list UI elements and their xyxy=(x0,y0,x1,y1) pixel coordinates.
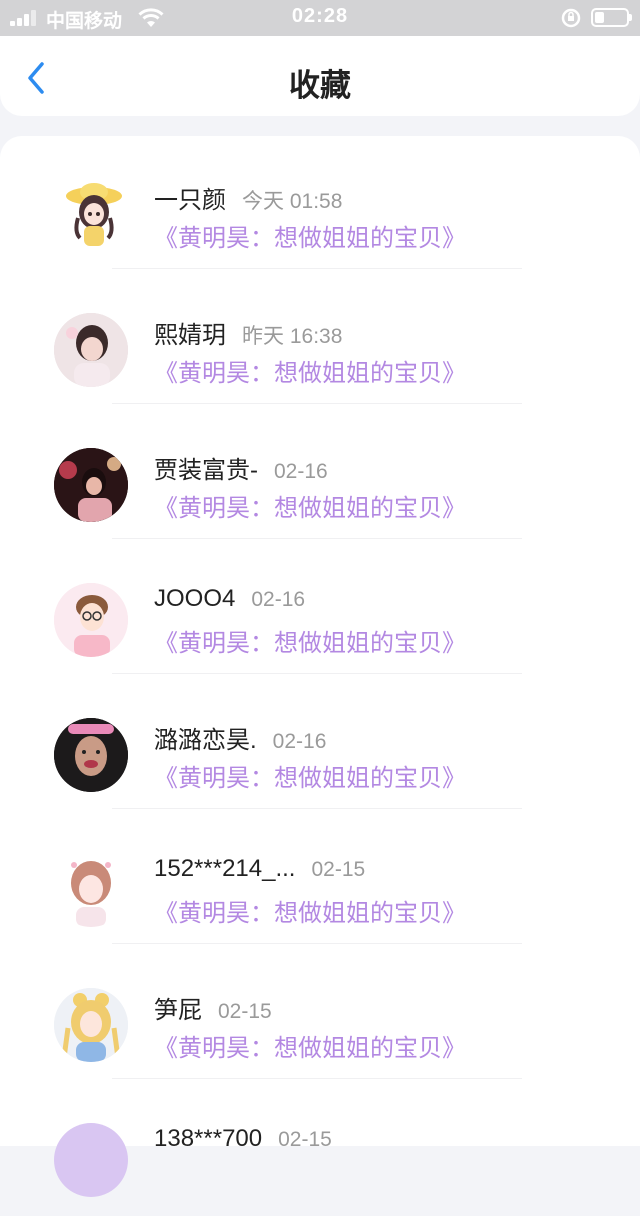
post-title-link[interactable]: 《黄明昊：想做姐姐的宝贝》 xyxy=(154,1028,466,1063)
rotation-lock-icon xyxy=(561,8,581,28)
nav-bar: 收藏 xyxy=(0,36,640,116)
list-item[interactable]: 熙婧玥 昨天 16:38 《黄明昊：想做姐姐的宝贝》 xyxy=(0,271,640,406)
battery-icon xyxy=(591,8,632,27)
status-bar: 中国移动 02:28 xyxy=(0,0,640,36)
list-item[interactable]: 152***214_... 02-15 《黄明昊：想做姐姐的宝贝》 xyxy=(0,811,640,946)
timestamp: 今天 01:58 xyxy=(242,190,343,213)
timestamp: 02-16 xyxy=(251,588,306,611)
divider xyxy=(112,268,522,269)
avatar xyxy=(54,988,128,1062)
timestamp: 昨天 16:38 xyxy=(242,325,343,348)
user-name: 贾装富贵- xyxy=(154,457,258,484)
user-name: 潞潞恋昊. xyxy=(154,727,257,754)
avatar xyxy=(54,313,128,387)
list-item[interactable]: 笋屁 02-15 《黄明昊：想做姐姐的宝贝》 xyxy=(0,946,640,1081)
avatar xyxy=(54,583,128,657)
page-title: 收藏 xyxy=(289,68,351,103)
avatar xyxy=(54,1123,128,1197)
user-name: 笋屁 xyxy=(154,997,202,1024)
avatar xyxy=(54,853,128,927)
post-title-link[interactable]: 《黄明昊：想做姐姐的宝贝》 xyxy=(154,353,466,388)
list-item[interactable]: 一只颜 今天 01:58 《黄明昊：想做姐姐的宝贝》 xyxy=(0,136,640,271)
avatar xyxy=(54,448,128,522)
divider xyxy=(112,538,522,539)
timestamp: 02-15 xyxy=(278,1128,332,1151)
user-name: 一只颜 xyxy=(154,187,226,214)
user-name: JOOO4 xyxy=(154,585,236,612)
divider xyxy=(112,673,522,674)
divider xyxy=(112,808,522,809)
favorites-list: 一只颜 今天 01:58 《黄明昊：想做姐姐的宝贝》 熙婧玥 昨天 16:38 《黄… xyxy=(0,136,640,1197)
divider xyxy=(112,1078,522,1079)
list-item[interactable]: JOOO4 02-16 《黄明昊：想做姐姐的宝贝》 xyxy=(0,541,640,676)
user-name: 152***214_... xyxy=(154,855,296,882)
avatar xyxy=(54,718,128,792)
avatar xyxy=(54,178,128,252)
post-title-link[interactable]: 《黄明昊：想做姐姐的宝贝》 xyxy=(154,758,466,793)
post-title-link[interactable]: 《黄明昊：想做姐姐的宝贝》 xyxy=(154,893,466,928)
timestamp: 02-15 xyxy=(218,1000,272,1023)
list-item[interactable]: 潞潞恋昊. 02-16 《黄明昊：想做姐姐的宝贝》 xyxy=(0,676,640,811)
timestamp: 02-16 xyxy=(272,730,327,753)
post-title-link[interactable]: 《黄明昊：想做姐姐的宝贝》 xyxy=(154,488,466,523)
list-item[interactable]: 贾装富贵- 02-16 《黄明昊：想做姐姐的宝贝》 xyxy=(0,406,640,541)
clock: 02:28 xyxy=(291,5,349,27)
list-item[interactable]: 138***700 02-15 xyxy=(0,1081,640,1216)
post-title-link[interactable]: 《黄明昊：想做姐姐的宝贝》 xyxy=(154,218,466,253)
post-title-link[interactable]: 《黄明昊：想做姐姐的宝贝》 xyxy=(154,623,466,658)
timestamp: 02-16 xyxy=(274,460,328,483)
timestamp: 02-15 xyxy=(311,858,366,881)
user-name: 熙婧玥 xyxy=(154,322,226,349)
divider xyxy=(112,943,522,944)
divider xyxy=(112,403,522,404)
